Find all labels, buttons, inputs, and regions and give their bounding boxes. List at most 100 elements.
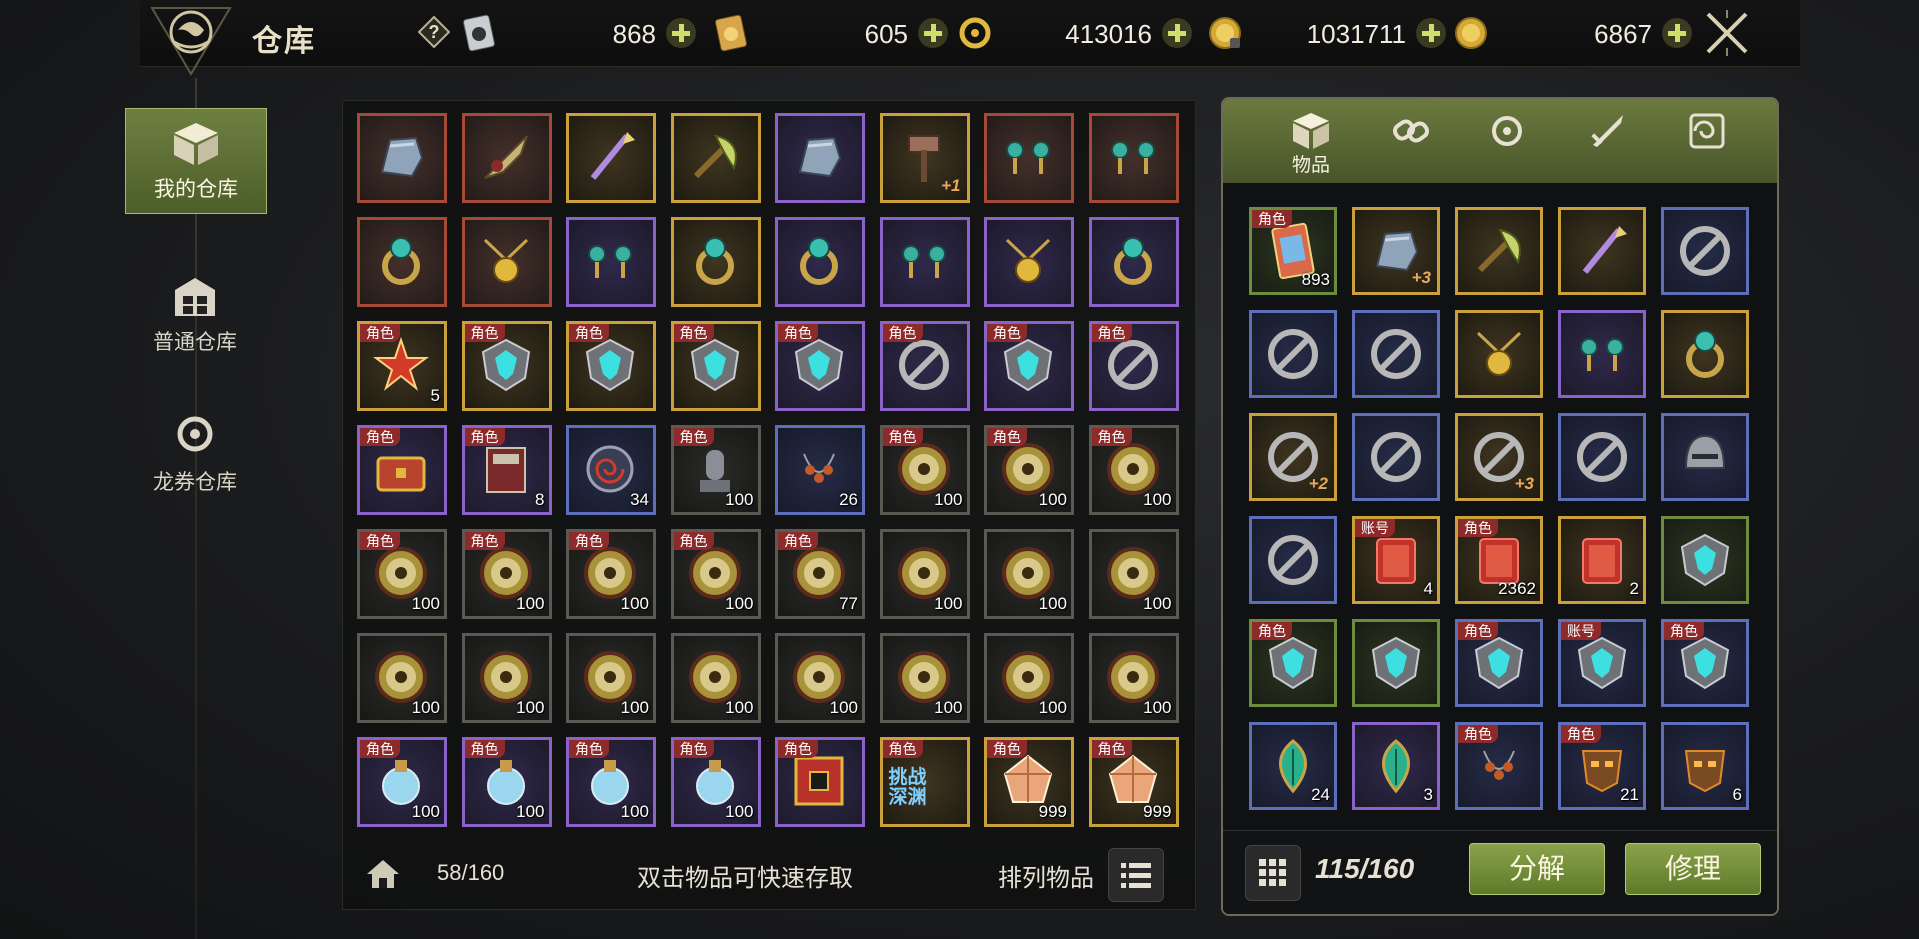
item-slot[interactable]	[1352, 413, 1440, 501]
item-slot[interactable]: 角色 5	[357, 321, 447, 411]
home-icon[interactable]	[365, 856, 401, 892]
repair-button[interactable]: 修理	[1625, 843, 1761, 895]
sort-items-button[interactable]	[1108, 848, 1164, 902]
item-slot[interactable]: +3	[1352, 207, 1440, 295]
item-slot[interactable]	[357, 217, 447, 307]
item-slot[interactable]	[461, 217, 552, 307]
add-currency-button[interactable]	[1416, 18, 1446, 48]
item-slot[interactable]: 角色 100	[461, 737, 552, 827]
item-slot[interactable]: 26	[775, 425, 865, 515]
item-slot[interactable]: 角色 100	[357, 737, 447, 827]
close-icon[interactable]	[1700, 6, 1754, 60]
help-icon[interactable]: ?	[418, 16, 450, 48]
add-currency-button[interactable]	[918, 18, 948, 48]
item-slot[interactable]: 24	[1249, 722, 1337, 810]
add-currency-button[interactable]	[666, 18, 696, 48]
item-slot[interactable]: +1	[879, 113, 970, 203]
item-slot[interactable]: 角色 8	[461, 425, 552, 515]
item-slot[interactable]: 角色	[670, 321, 761, 411]
item-slot[interactable]	[984, 113, 1074, 203]
tab-spiral[interactable]	[1667, 105, 1747, 181]
item-slot[interactable]: 角色 2362	[1455, 516, 1543, 604]
item-slot[interactable]	[357, 113, 447, 203]
item-slot[interactable]: 100	[984, 633, 1074, 723]
item-slot[interactable]: +2	[1249, 413, 1337, 501]
tab-dragon-coupon[interactable]	[1467, 105, 1547, 181]
item-slot[interactable]	[1558, 413, 1646, 501]
item-slot[interactable]	[879, 217, 970, 307]
item-slot[interactable]	[1088, 217, 1179, 307]
item-slot[interactable]	[1558, 310, 1646, 398]
item-slot[interactable]: 6	[1661, 722, 1749, 810]
item-slot[interactable]: 100	[566, 633, 656, 723]
item-slot[interactable]: 角色 100	[984, 425, 1074, 515]
item-slot[interactable]: 角色 100	[670, 529, 761, 619]
item-slot[interactable]: 角色	[1455, 619, 1543, 707]
item-slot[interactable]: 角色	[775, 321, 865, 411]
item-slot[interactable]: 账号 4	[1352, 516, 1440, 604]
item-slot[interactable]: 角色 100	[670, 737, 761, 827]
item-slot[interactable]: 角色	[1455, 722, 1543, 810]
item-slot[interactable]	[1249, 516, 1337, 604]
item-slot[interactable]: 角色	[357, 425, 447, 515]
item-slot[interactable]: 100	[775, 633, 865, 723]
item-slot[interactable]: 角色	[461, 321, 552, 411]
item-slot[interactable]: 角色	[775, 737, 865, 827]
item-slot[interactable]: 100	[879, 529, 970, 619]
item-slot[interactable]	[1249, 310, 1337, 398]
nav-dragon-coupon-warehouse[interactable]: 龙券仓库	[125, 402, 265, 506]
item-slot[interactable]: 角色 100	[879, 425, 970, 515]
item-slot[interactable]	[566, 217, 656, 307]
item-slot[interactable]: 角色	[984, 321, 1074, 411]
item-slot[interactable]	[461, 113, 552, 203]
item-slot[interactable]: 100	[357, 633, 447, 723]
item-slot[interactable]: 角色 77	[775, 529, 865, 619]
item-slot[interactable]: +3	[1455, 413, 1543, 501]
nav-my-warehouse[interactable]: 我的仓库	[125, 108, 267, 214]
item-slot[interactable]: 34	[566, 425, 656, 515]
item-slot[interactable]	[1661, 207, 1749, 295]
item-slot[interactable]	[566, 113, 656, 203]
item-slot[interactable]	[1352, 619, 1440, 707]
item-slot[interactable]: 角色 893	[1249, 207, 1337, 295]
item-slot[interactable]: 2	[1558, 516, 1646, 604]
add-currency-button[interactable]	[1662, 18, 1692, 48]
item-slot[interactable]	[1455, 207, 1543, 295]
item-slot[interactable]: 角色 100	[1088, 425, 1179, 515]
item-slot[interactable]	[1661, 516, 1749, 604]
item-slot[interactable]	[670, 113, 761, 203]
item-slot[interactable]	[1455, 310, 1543, 398]
item-slot[interactable]	[1352, 310, 1440, 398]
tab-weapon[interactable]	[1567, 105, 1647, 181]
item-slot[interactable]: 100	[1088, 633, 1179, 723]
item-slot[interactable]: 角色	[879, 321, 970, 411]
item-slot[interactable]	[1661, 413, 1749, 501]
item-slot[interactable]	[1558, 207, 1646, 295]
item-slot[interactable]	[670, 217, 761, 307]
item-slot[interactable]: 角色	[1249, 619, 1337, 707]
item-slot[interactable]: 角色 100	[566, 529, 656, 619]
item-slot[interactable]	[775, 217, 865, 307]
item-slot[interactable]	[775, 113, 865, 203]
item-slot[interactable]: 挑战 深渊 角色	[879, 737, 970, 827]
item-slot[interactable]: 100	[1088, 529, 1179, 619]
item-slot[interactable]: 角色 21	[1558, 722, 1646, 810]
nav-normal-warehouse[interactable]: 普通仓库	[125, 262, 265, 366]
tab-chain[interactable]	[1371, 105, 1451, 181]
disassemble-button[interactable]: 分解	[1469, 843, 1605, 895]
item-slot[interactable]: 账号	[1558, 619, 1646, 707]
item-slot[interactable]: 100	[461, 633, 552, 723]
grid-view-button[interactable]	[1245, 845, 1301, 901]
item-slot[interactable]: 100	[984, 529, 1074, 619]
add-currency-button[interactable]	[1162, 18, 1192, 48]
item-slot[interactable]: 角色 999	[984, 737, 1074, 827]
item-slot[interactable]: 角色 100	[357, 529, 447, 619]
item-slot[interactable]: 100	[670, 633, 761, 723]
tab-items[interactable]: 物品	[1271, 105, 1351, 181]
item-slot[interactable]	[984, 217, 1074, 307]
item-slot[interactable]	[1088, 113, 1179, 203]
item-slot[interactable]: 3	[1352, 722, 1440, 810]
item-slot[interactable]: 角色 100	[670, 425, 761, 515]
item-slot[interactable]: 角色 100	[566, 737, 656, 827]
item-slot[interactable]: 角色	[1088, 321, 1179, 411]
